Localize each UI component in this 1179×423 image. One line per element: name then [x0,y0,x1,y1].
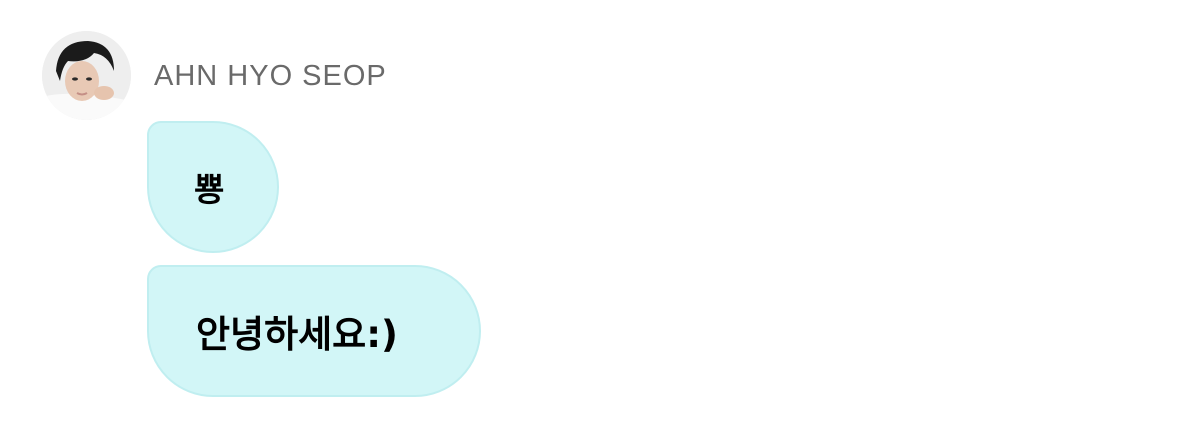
sender-avatar[interactable] [42,31,131,120]
sender-name: AHN HYO SEOP [154,60,387,92]
message-text: 안녕하세요:) [196,313,398,356]
message-text: 뿅 [194,170,225,209]
message-bubble[interactable]: 안녕하세요:) [147,265,481,397]
message-bubble[interactable]: 뿅 [147,121,279,253]
profile-photo-icon [42,31,131,120]
